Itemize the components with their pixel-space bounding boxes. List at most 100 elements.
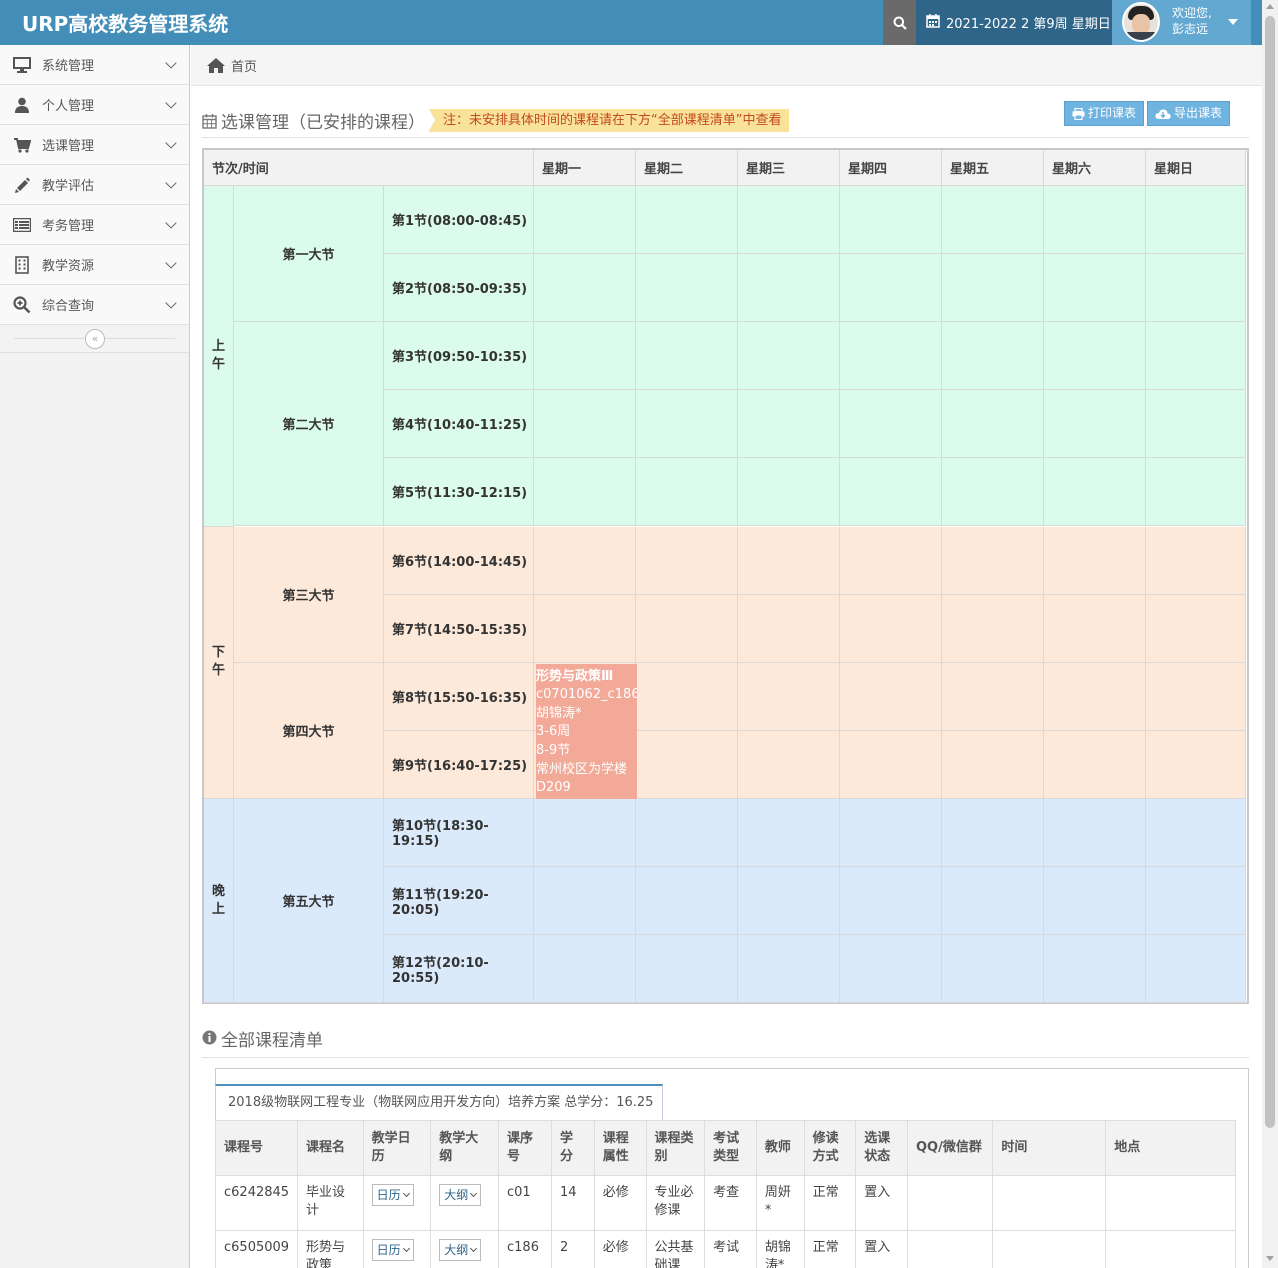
sidebar-item-course-selection[interactable]: 选课管理 — [0, 125, 189, 165]
schedule-cell[interactable] — [1044, 798, 1146, 867]
schedule-cell[interactable] — [840, 662, 942, 731]
user-menu[interactable]: 欢迎您, 彭志远 — [1112, 0, 1251, 45]
schedule-cell[interactable] — [1146, 798, 1246, 867]
schedule-cell[interactable] — [840, 254, 942, 323]
schedule-cell[interactable] — [636, 458, 738, 527]
collapse-sidebar-icon[interactable]: « — [85, 329, 105, 349]
schedule-cell[interactable] — [942, 186, 1044, 255]
schedule-cell[interactable] — [840, 798, 942, 867]
sidebar-item-comprehensive-query[interactable]: 综合查询 — [0, 285, 189, 325]
schedule-cell[interactable] — [942, 594, 1044, 663]
course-block[interactable]: 形势与政策Ⅲ c0701062_c186 胡锦涛* 3-6周 8-9节 常州校区为学楼 D2… — [536, 663, 637, 799]
schedule-cell[interactable] — [738, 662, 840, 731]
schedule-cell[interactable] — [636, 322, 738, 391]
sidebar-item-evaluation[interactable]: 教学评估 — [0, 165, 189, 205]
print-schedule-button[interactable]: 打印课表 — [1064, 101, 1145, 126]
schedule-cell[interactable] — [1044, 867, 1146, 936]
schedule-cell[interactable] — [1146, 935, 1246, 1004]
export-schedule-button[interactable]: 导出课表 — [1147, 101, 1231, 126]
schedule-cell[interactable] — [1146, 662, 1246, 731]
schedule-cell[interactable] — [1044, 390, 1146, 459]
schedule-cell[interactable] — [1146, 594, 1246, 663]
schedule-cell[interactable] — [636, 254, 738, 323]
schedule-cell[interactable] — [534, 458, 636, 527]
schedule-cell[interactable] — [1146, 526, 1246, 595]
schedule-cell[interactable] — [1146, 458, 1246, 527]
schedule-cell[interactable] — [1146, 730, 1246, 799]
schedule-cell[interactable] — [738, 390, 840, 459]
schedule-cell[interactable] — [1044, 594, 1146, 663]
schedule-cell[interactable] — [840, 526, 942, 595]
schedule-cell[interactable] — [534, 594, 636, 663]
schedule-cell[interactable] — [942, 526, 1044, 595]
schedule-cell[interactable] — [636, 798, 738, 867]
schedule-cell[interactable] — [942, 458, 1044, 527]
schedule-cell[interactable] — [942, 730, 1044, 799]
calendar-dropdown[interactable]: 日历 — [371, 1239, 414, 1261]
schedule-cell[interactable] — [636, 662, 738, 731]
schedule-cell[interactable] — [1044, 186, 1146, 255]
schedule-cell[interactable] — [738, 935, 840, 1004]
schedule-cell[interactable] — [840, 730, 942, 799]
schedule-cell[interactable] — [738, 526, 840, 595]
schedule-cell[interactable] — [942, 867, 1044, 936]
scroll-down-arrow-icon[interactable] — [1266, 1256, 1274, 1261]
schedule-cell[interactable] — [840, 594, 942, 663]
schedule-cell[interactable] — [840, 458, 942, 527]
search-button[interactable] — [883, 0, 916, 45]
schedule-cell[interactable] — [738, 254, 840, 323]
schedule-cell[interactable] — [738, 594, 840, 663]
schedule-cell[interactable] — [1146, 390, 1246, 459]
schedule-cell[interactable] — [534, 867, 636, 936]
schedule-cell[interactable] — [942, 254, 1044, 323]
schedule-cell[interactable] — [738, 322, 840, 391]
schedule-cell[interactable] — [840, 867, 942, 936]
sidebar-item-personal[interactable]: 个人管理 — [0, 85, 189, 125]
schedule-cell[interactable] — [1146, 867, 1246, 936]
sidebar-item-teaching-resources[interactable]: 教学资源 — [0, 245, 189, 285]
schedule-cell[interactable] — [534, 322, 636, 391]
home-icon[interactable] — [207, 57, 225, 73]
sidebar-item-system[interactable]: 系统管理 — [0, 45, 189, 85]
schedule-cell[interactable] — [1044, 662, 1146, 731]
schedule-cell[interactable] — [840, 935, 942, 1004]
schedule-cell[interactable] — [942, 322, 1044, 391]
breadcrumb-home[interactable]: 首页 — [231, 56, 257, 75]
schedule-cell[interactable] — [1044, 254, 1146, 323]
schedule-cell[interactable] — [534, 254, 636, 323]
calendar-dropdown[interactable]: 日历 — [371, 1184, 414, 1206]
schedule-cell[interactable] — [534, 390, 636, 459]
schedule-cell[interactable] — [738, 798, 840, 867]
scrollbar-thumb[interactable] — [1265, 16, 1275, 1128]
syllabus-dropdown[interactable]: 大纲 — [439, 1184, 482, 1206]
schedule-cell[interactable] — [942, 390, 1044, 459]
schedule-cell[interactable] — [636, 526, 738, 595]
schedule-cell[interactable] — [840, 390, 942, 459]
schedule-cell[interactable] — [636, 390, 738, 459]
schedule-cell[interactable] — [534, 798, 636, 867]
schedule-cell[interactable] — [534, 186, 636, 255]
schedule-cell[interactable] — [840, 186, 942, 255]
syllabus-dropdown[interactable]: 大纲 — [439, 1239, 482, 1261]
schedule-cell[interactable] — [1146, 254, 1246, 323]
schedule-cell[interactable] — [1146, 322, 1246, 391]
schedule-cell[interactable] — [636, 594, 738, 663]
schedule-cell[interactable] — [636, 867, 738, 936]
app-title[interactable]: URP高校教务管理系统 — [22, 8, 228, 37]
schedule-cell[interactable] — [534, 526, 636, 595]
schedule-cell[interactable] — [738, 186, 840, 255]
schedule-cell[interactable] — [738, 458, 840, 527]
schedule-cell[interactable] — [840, 322, 942, 391]
vertical-scrollbar[interactable] — [1262, 0, 1278, 1268]
schedule-cell[interactable] — [1044, 935, 1146, 1004]
schedule-cell[interactable] — [942, 798, 1044, 867]
schedule-cell[interactable] — [738, 730, 840, 799]
schedule-cell[interactable] — [1044, 730, 1146, 799]
schedule-cell[interactable] — [1044, 526, 1146, 595]
schedule-cell[interactable] — [636, 935, 738, 1004]
schedule-cell[interactable] — [1044, 458, 1146, 527]
schedule-cell[interactable] — [942, 662, 1044, 731]
scroll-up-arrow-icon[interactable] — [1266, 4, 1274, 9]
schedule-cell[interactable] — [942, 935, 1044, 1004]
schedule-cell[interactable] — [1146, 186, 1246, 255]
